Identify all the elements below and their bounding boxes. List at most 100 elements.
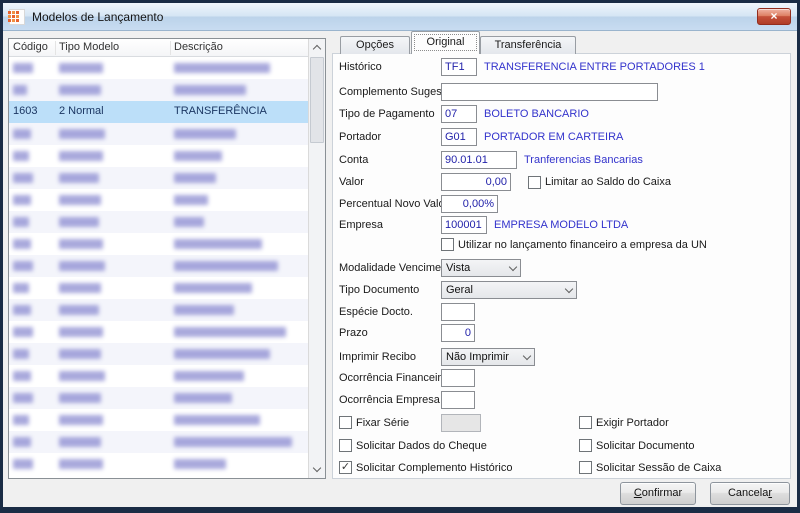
titlebar[interactable]: Modelos de Lançamento × (3, 3, 797, 31)
utilizar-empresa-un-checkbox[interactable] (441, 238, 454, 251)
percentual-label: Percentual Novo Valor (339, 198, 449, 210)
valor-input[interactable] (441, 173, 511, 191)
fixar-serie-disabled-input (441, 414, 481, 432)
redacted-text (59, 459, 103, 469)
solicitar-sessao-checkbox-group[interactable]: Solicitar Sessão de Caixa (579, 461, 721, 474)
solicitar-complemento-checkbox[interactable] (339, 461, 352, 474)
column-header-descricao[interactable]: Descrição (174, 41, 223, 53)
app-icon (7, 8, 25, 25)
solicitar-complemento-checkbox-group[interactable]: Solicitar Complemento Histórico (339, 461, 513, 474)
solicitar-sessao-checkbox[interactable] (579, 461, 592, 474)
table-row[interactable] (9, 409, 308, 431)
solicitar-documento-label: Solicitar Documento (596, 439, 695, 452)
table-row[interactable] (9, 255, 308, 277)
table-row[interactable] (9, 79, 308, 101)
redacted-text (13, 371, 31, 381)
exigir-portador-checkbox[interactable] (579, 416, 592, 429)
scroll-down-button[interactable] (309, 461, 325, 478)
solicitar-documento-checkbox-group[interactable]: Solicitar Documento (579, 439, 694, 452)
historico-code-input[interactable] (441, 58, 477, 76)
table-row[interactable] (9, 343, 308, 365)
ocorrencia-empresa-input[interactable] (441, 391, 475, 409)
scroll-thumb[interactable] (310, 57, 324, 143)
table-row[interactable] (9, 387, 308, 409)
redacted-text (13, 459, 33, 469)
table-row[interactable] (9, 453, 308, 475)
redacted-text (59, 349, 101, 359)
redacted-text (174, 415, 260, 425)
redacted-text (59, 173, 99, 183)
tipo-documento-value: Geral (446, 284, 473, 296)
portador-code-input[interactable] (441, 128, 477, 146)
utilizar-empresa-un-checkbox-group[interactable]: Utilizar no lançamento financeiro a empr… (441, 238, 707, 251)
exigir-portador-checkbox-group[interactable]: Exigir Portador (579, 416, 669, 429)
redacted-text (13, 129, 31, 139)
tab-panel-original: Histórico TRANSFERENCIA ENTRE PORTADORES… (332, 53, 791, 479)
table-row[interactable]: 1603 2 Normal TRANSFERÊNCIA (9, 101, 308, 123)
tipo-pagamento-label: Tipo de Pagamento (339, 108, 435, 120)
empresa-code-input[interactable] (441, 216, 487, 234)
table-row[interactable] (9, 145, 308, 167)
table-row[interactable] (9, 57, 308, 79)
imprimir-recibo-value: Não Imprimir (446, 351, 509, 363)
conta-code-input[interactable] (441, 151, 517, 169)
tipo-pagamento-code-input[interactable] (441, 105, 477, 123)
prazo-input[interactable] (441, 324, 475, 342)
redacted-text (174, 283, 252, 293)
table-row[interactable] (9, 123, 308, 145)
table-row[interactable] (9, 431, 308, 453)
field-row-ocorrencia-empresa: Ocorrência Empresa (339, 391, 786, 409)
table-row[interactable] (9, 211, 308, 233)
redacted-text (174, 305, 234, 315)
especie-input[interactable] (441, 303, 475, 321)
percentual-input[interactable] (441, 195, 498, 213)
redacted-text (174, 349, 270, 359)
scroll-up-button[interactable] (309, 39, 325, 56)
tab-opcoes[interactable]: Opções (340, 36, 410, 54)
redacted-text (59, 129, 105, 139)
limitar-saldo-checkbox-group[interactable]: Limitar ao Saldo do Caixa (528, 175, 671, 189)
prazo-label: Prazo (339, 327, 368, 339)
solicitar-cheque-checkbox[interactable] (339, 439, 352, 452)
table-row[interactable] (9, 321, 308, 343)
table-row[interactable] (9, 167, 308, 189)
imprimir-recibo-select[interactable]: Não Imprimir (441, 348, 535, 366)
redacted-text (59, 217, 99, 227)
solicitar-documento-checkbox[interactable] (579, 439, 592, 452)
solicitar-cheque-label: Solicitar Dados do Cheque (356, 439, 487, 452)
table-row[interactable] (9, 299, 308, 321)
cancel-button[interactable]: Cancelar (710, 482, 790, 505)
field-row-complemento: Complemento Sugestão (339, 83, 786, 101)
field-row-valor: Valor Limitar ao Saldo do Caixa (339, 173, 786, 191)
close-icon: × (770, 9, 778, 23)
redacted-text (59, 415, 103, 425)
solicitar-cheque-checkbox-group[interactable]: Solicitar Dados do Cheque (339, 439, 487, 452)
modalidade-select[interactable]: Vista (441, 259, 521, 277)
scrollbar[interactable] (308, 39, 325, 478)
tipo-documento-label: Tipo Documento (339, 284, 420, 296)
table-body: 1603 2 Normal TRANSFERÊNCIA (9, 57, 308, 478)
fixar-serie-checkbox[interactable] (339, 416, 352, 429)
confirm-button[interactable]: Confirmar (620, 482, 696, 505)
column-header-tipo-modelo[interactable]: Tipo Modelo (59, 41, 171, 55)
tipo-documento-select[interactable]: Geral (441, 281, 577, 299)
valor-label: Valor (339, 176, 364, 188)
ocorrencia-financeira-input[interactable] (441, 369, 475, 387)
limitar-saldo-checkbox[interactable] (528, 175, 541, 189)
fixar-serie-checkbox-group[interactable]: Fixar Série (339, 416, 409, 429)
column-header-codigo[interactable]: Código (13, 41, 56, 55)
tab-transferencia[interactable]: Transferência (480, 36, 576, 54)
table-row[interactable] (9, 233, 308, 255)
empresa-label: Empresa (339, 219, 384, 231)
field-row-especie: Espécie Docto. (339, 303, 786, 321)
tipo-pagamento-description: BOLETO BANCARIO (484, 108, 589, 120)
table-row[interactable] (9, 365, 308, 387)
complemento-input[interactable] (441, 83, 658, 101)
table-row[interactable] (9, 277, 308, 299)
redacted-text (174, 437, 292, 447)
scroll-up-icon (312, 44, 322, 54)
close-button[interactable]: × (757, 8, 791, 25)
conta-description: Tranferencias Bancarias (524, 154, 643, 166)
tab-original[interactable]: Original (411, 31, 480, 54)
table-row[interactable] (9, 189, 308, 211)
